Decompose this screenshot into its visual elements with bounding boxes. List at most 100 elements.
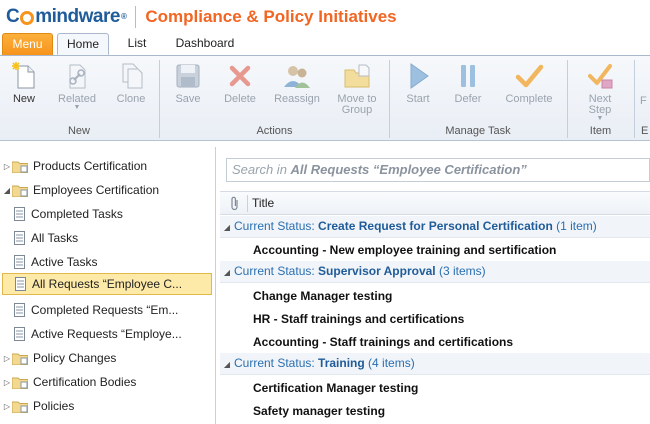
tab-home[interactable]: Home <box>57 33 109 55</box>
collapse-icon[interactable]: ◢ <box>220 217 234 238</box>
complete-button[interactable]: Complete <box>501 60 557 118</box>
ribbon-tabs: Menu Home List Dashboard <box>0 33 650 55</box>
group-count: (3 items) <box>435 264 486 278</box>
delete-button[interactable]: Delete <box>212 60 268 118</box>
ribbon-group-separator <box>634 60 635 138</box>
tree-item-completed-requests[interactable]: Completed Requests “Em... <box>0 299 216 321</box>
attachment-paperclip-icon[interactable] <box>229 196 241 211</box>
list-document-icon <box>14 255 25 269</box>
move-folder-icon <box>344 64 370 88</box>
collapse-icon[interactable]: ◢ <box>2 186 12 195</box>
group-value: Create Request for Personal Certificatio… <box>318 219 553 233</box>
list-document-icon <box>14 231 25 245</box>
move-to-group-button[interactable]: Move to Group <box>329 60 385 118</box>
expand-icon[interactable]: ▷ <box>2 354 12 363</box>
tree-item-active-requests[interactable]: Active Requests “Employe... <box>0 323 216 345</box>
tab-menu[interactable]: Menu <box>2 33 53 55</box>
related-dropdown-icon: ▼ <box>73 104 81 111</box>
reassign-button[interactable]: Reassign <box>269 60 325 118</box>
reassign-button-label: Reassign <box>274 93 320 105</box>
tab-dashboard[interactable]: Dashboard <box>164 33 246 55</box>
group-label: Current Status: <box>234 356 319 370</box>
group-header-training[interactable]: ◢ Current Status: Training (4 items) <box>220 353 650 375</box>
tree-item-label: Completed Tasks <box>31 207 123 221</box>
tree-item-employees-certification[interactable]: ◢ Employees Certification <box>0 179 216 201</box>
expand-icon[interactable]: ▷ <box>2 378 12 387</box>
column-header-title[interactable]: Title <box>252 196 274 210</box>
list-document-icon <box>14 327 25 341</box>
start-button[interactable]: Start <box>390 60 446 118</box>
next-step-button[interactable]: Next Step ▼ <box>572 60 628 122</box>
group-value: Supervisor Approval <box>318 264 436 278</box>
tree-item-label: All Tasks <box>31 231 79 245</box>
move-to-label-line2: Group <box>341 104 373 116</box>
tree-item-active-tasks[interactable]: Active Tasks <box>0 251 216 273</box>
list-item[interactable]: HR - Staff trainings and certifications <box>220 308 650 331</box>
tree-item-all-requests[interactable]: All Requests “Employee C... <box>2 273 212 295</box>
tree-item-policy-changes[interactable]: ▷ Policy Changes <box>0 347 216 369</box>
list-document-icon <box>14 303 25 317</box>
group-header-create-request[interactable]: ◢ Current Status: Create Request for Pers… <box>220 216 650 238</box>
list-item[interactable]: Change Manager testing <box>220 285 650 308</box>
new-document-icon <box>12 62 35 89</box>
tab-list[interactable]: List <box>116 33 158 55</box>
group-label: Current Status: <box>234 219 319 233</box>
list-item[interactable]: Certification Manager testing <box>220 377 650 400</box>
reassign-users-icon <box>284 66 310 88</box>
list-item[interactable]: Accounting - Staff trainings and certifi… <box>220 331 650 354</box>
folder-icon <box>12 161 28 173</box>
logo-text-end: mindware <box>35 5 120 27</box>
start-button-label: Start <box>406 93 430 105</box>
defer-button[interactable]: Defer <box>440 60 496 118</box>
delete-button-label: Delete <box>224 93 256 105</box>
tree-item-all-tasks[interactable]: All Tasks <box>0 227 216 249</box>
new-button[interactable]: New <box>0 60 52 118</box>
app-title: Compliance & Policy Initiatives <box>145 6 397 26</box>
tree-item-label: Policy Changes <box>33 351 117 365</box>
clone-button-label: Clone <box>116 93 146 105</box>
group-label-new: New <box>67 125 90 137</box>
defer-button-label: Defer <box>454 93 482 105</box>
tree-item-policies[interactable]: ▷ Policies <box>0 395 216 417</box>
expand-icon[interactable]: ▷ <box>2 162 12 171</box>
group-label-actions: Actions <box>256 125 293 137</box>
list-view-panel: Search in All Requests “Employee Certifi… <box>220 147 650 424</box>
group-header-supervisor-approval[interactable]: ◢ Current Status: Supervisor Approval (3 … <box>220 261 650 283</box>
tree-item-label: Policies <box>33 399 75 413</box>
search-input[interactable]: Search in All Requests “Employee Certifi… <box>226 158 650 182</box>
tree-item-label: Completed Requests “Em... <box>31 303 179 317</box>
list-document-icon <box>15 277 26 291</box>
tree-item-completed-tasks[interactable]: Completed Tasks <box>0 203 216 225</box>
tree-item-label: All Requests “Employee C... <box>32 277 183 291</box>
next-step-dropdown-icon: ▼ <box>596 115 604 122</box>
group-count: (1 item) <box>552 219 597 233</box>
tree-item-label: Active Tasks <box>31 255 98 269</box>
group-label-cut: E <box>641 125 649 137</box>
group-label-item: Item <box>589 125 612 137</box>
related-button[interactable]: Related ▼ <box>49 60 105 118</box>
tree-item-label: Products Certification <box>33 159 148 173</box>
logo-registered: ® <box>120 12 127 21</box>
save-disk-icon <box>176 64 200 88</box>
group-label: Current Status: <box>234 264 319 278</box>
expand-icon[interactable]: ▷ <box>2 402 12 411</box>
cut-off-button-label: F <box>640 95 647 107</box>
search-placeholder-scope: All Requests “Employee Certification” <box>290 162 527 177</box>
save-button[interactable]: Save <box>160 60 216 118</box>
list-item[interactable]: Safety manager testing <box>220 400 650 423</box>
checkmark-icon <box>515 64 544 88</box>
collapse-icon[interactable]: ◢ <box>220 354 234 375</box>
list-item[interactable]: Accounting - New employee training and s… <box>220 239 650 262</box>
list-document-icon <box>14 207 25 221</box>
tree-item-certification-bodies[interactable]: ▷ Certification Bodies <box>0 371 216 393</box>
tree-item-products-certification[interactable]: ▷ Products Certification <box>0 155 216 177</box>
folder-icon <box>12 353 28 365</box>
tree-item-label: Active Requests “Employe... <box>31 327 182 341</box>
folder-icon <box>12 401 28 413</box>
group-count: (4 items) <box>364 356 415 370</box>
pause-icon <box>461 65 475 87</box>
clone-button[interactable]: Clone <box>103 60 159 118</box>
new-button-label: New <box>12 93 35 105</box>
collapse-icon[interactable]: ◢ <box>220 262 234 283</box>
folder-icon <box>12 377 28 389</box>
